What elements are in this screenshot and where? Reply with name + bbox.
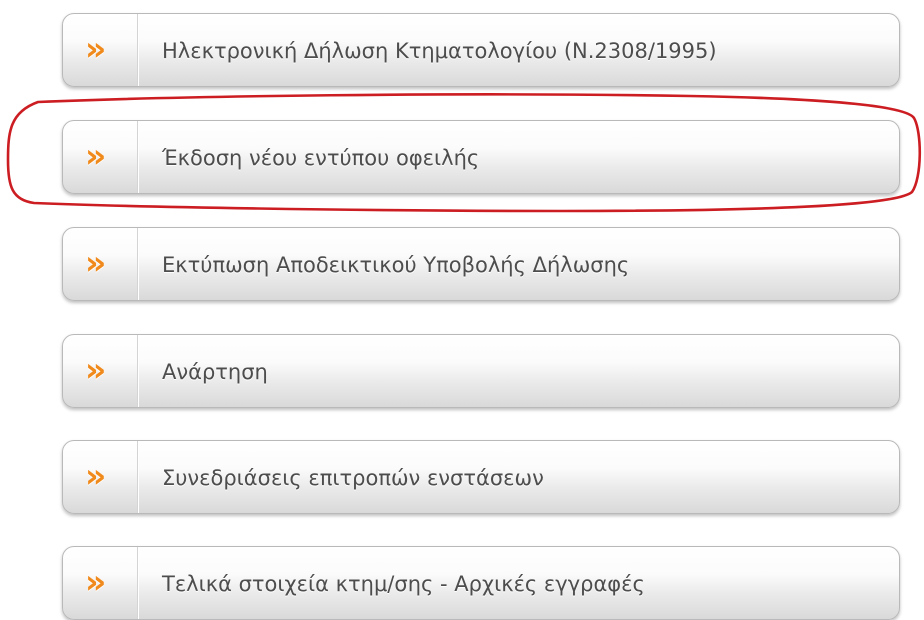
menu-item-electronic-declaration[interactable]: » Ηλεκτρονική Δήλωση Κτηματολογίου (Ν.23… (62, 13, 900, 87)
menu-item-objection-committees[interactable]: » Συνεδριάσεις επιτροπών ενστάσεων (62, 440, 900, 514)
double-chevron-right-icon: » (85, 243, 106, 282)
double-chevron-right-icon: » (85, 456, 106, 495)
menu-item-label: Συνεδριάσεις επιτροπών ενστάσεων (162, 466, 544, 490)
double-chevron-right-icon: » (85, 562, 106, 601)
menu-item-label: Ηλεκτρονική Δήλωση Κτηματολογίου (Ν.2308… (162, 39, 717, 63)
menu-item-posting[interactable]: » Ανάρτηση (62, 334, 900, 408)
menu-item-label: Ανάρτηση (162, 360, 268, 384)
menu-item-new-debt-form[interactable]: » Έκδοση νέου εντύπου οφειλής (62, 120, 900, 194)
menu-list: » Ηλεκτρονική Δήλωση Κτηματολογίου (Ν.23… (0, 0, 924, 620)
menu-item-label: Έκδοση νέου εντύπου οφειλής (162, 146, 480, 170)
menu-item-final-cadastral-data[interactable]: » Τελικά στοιχεία κτημ/σης - Αρχικές εγγ… (62, 546, 900, 620)
menu-item-label: Τελικά στοιχεία κτημ/σης - Αρχικές εγγρα… (162, 572, 645, 596)
menu-item-label: Εκτύπωση Αποδεικτικού Υποβολής Δήλωσης (162, 253, 630, 277)
menu-item-icon-cell: » (63, 441, 138, 513)
menu-item-icon-cell: » (63, 228, 138, 300)
double-chevron-right-icon: » (85, 29, 106, 68)
menu-item-icon-cell: » (63, 121, 138, 193)
double-chevron-right-icon: » (85, 350, 106, 389)
menu-item-icon-cell: » (63, 547, 138, 619)
menu-item-print-submission-receipt[interactable]: » Εκτύπωση Αποδεικτικού Υποβολής Δήλωσης (62, 227, 900, 301)
menu-item-icon-cell: » (63, 335, 138, 407)
double-chevron-right-icon: » (85, 136, 106, 175)
menu-item-icon-cell: » (63, 14, 138, 86)
